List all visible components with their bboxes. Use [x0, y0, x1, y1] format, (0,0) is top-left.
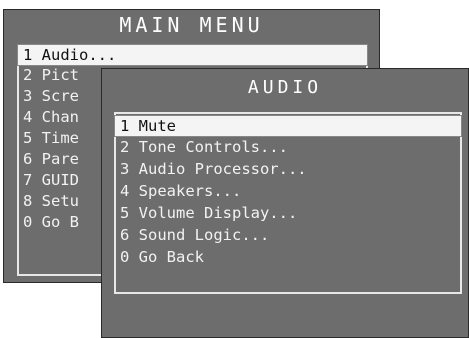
main-menu-item-setup[interactable]: 8 Setu: [19, 191, 79, 211]
main-menu-item-go-back[interactable]: 0 Go B: [19, 212, 79, 232]
main-menu-title: MAIN MENU: [119, 13, 264, 37]
audio-menu-title: AUDIO: [247, 77, 323, 98]
audio-menu-item-sound-logic[interactable]: 6 Sound Logic...: [116, 225, 269, 245]
main-menu-item-guide[interactable]: 7 GUID: [19, 170, 79, 190]
audio-menu-item-go-back[interactable]: 0 Go Back: [116, 247, 204, 267]
main-menu-item-picture[interactable]: 2 Pict: [19, 65, 79, 85]
audio-menu-list: 1 Mute 2 Tone Controls... 3 Audio Proces…: [114, 112, 462, 294]
audio-menu-item-mute[interactable]: 1 Mute: [114, 115, 462, 137]
main-menu-item-screen[interactable]: 3 Scre: [19, 86, 79, 106]
audio-menu-item-volume-display[interactable]: 5 Volume Display...: [116, 203, 297, 223]
audio-menu-window: AUDIO 1 Mute 2 Tone Controls... 3 Audio …: [101, 68, 469, 338]
main-menu-item-time[interactable]: 5 Time: [19, 128, 79, 148]
audio-menu-item-speakers[interactable]: 4 Speakers...: [116, 181, 241, 201]
main-menu-item-channel[interactable]: 4 Chan: [19, 107, 79, 127]
main-menu-item-audio[interactable]: 1 Audio...: [17, 44, 368, 66]
audio-menu-item-tone-controls[interactable]: 2 Tone Controls...: [116, 137, 288, 157]
audio-menu-item-audio-processor[interactable]: 3 Audio Processor...: [116, 159, 307, 179]
main-menu-item-parental[interactable]: 6 Pare: [19, 149, 79, 169]
